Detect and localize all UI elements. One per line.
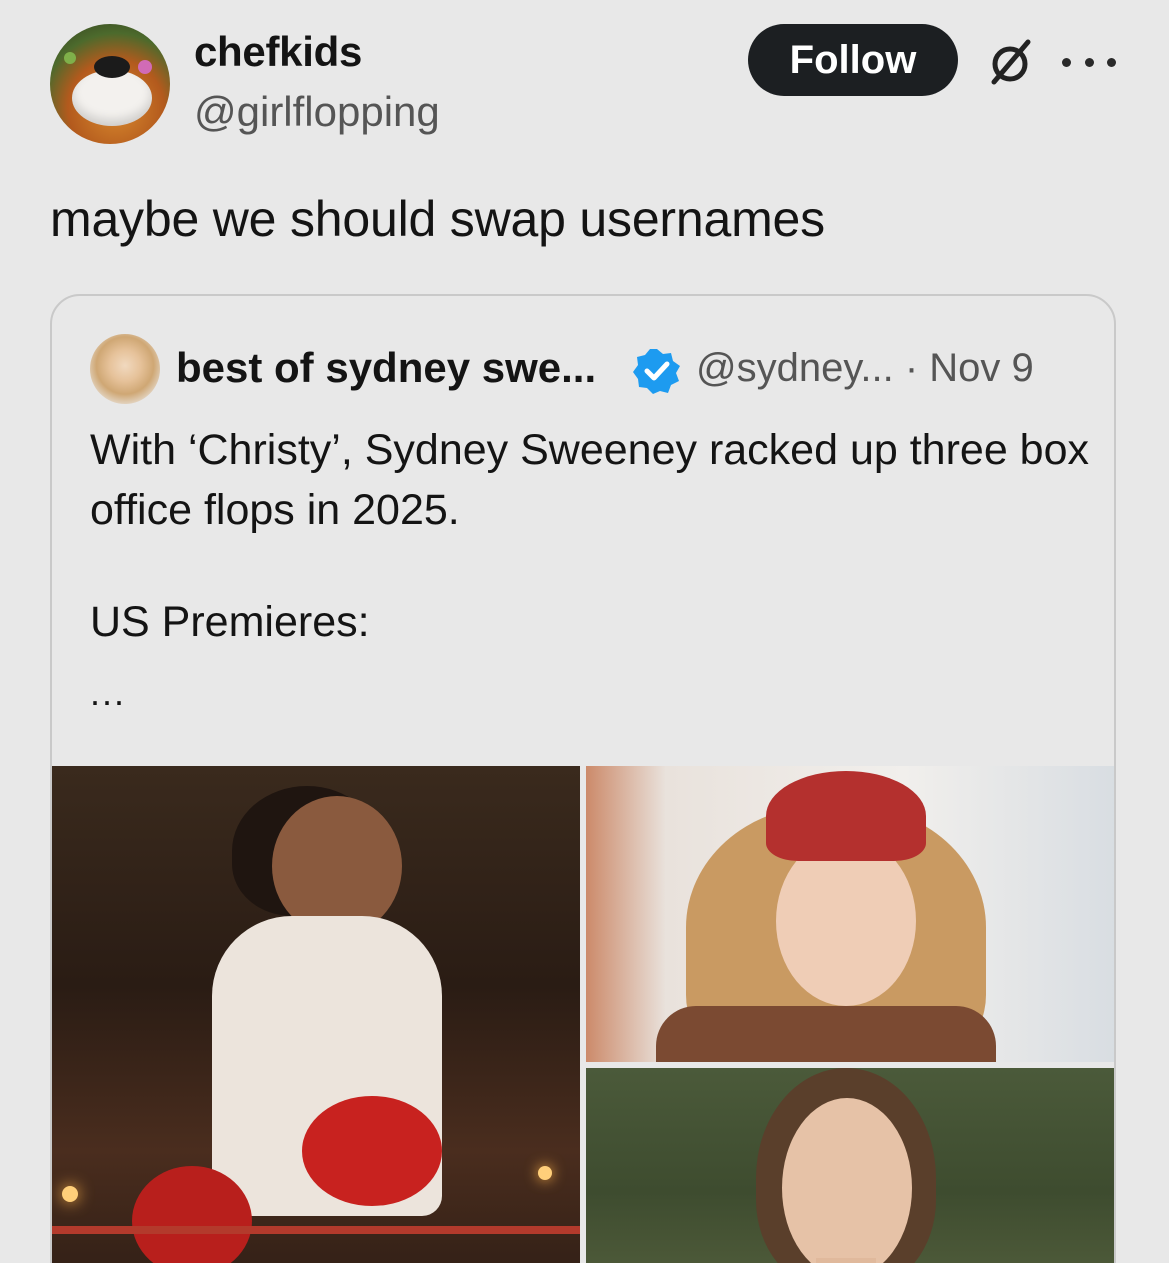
image-figure-face <box>782 1098 912 1263</box>
quoted-post-truncation: ... <box>90 672 127 713</box>
avatar-plate <box>72 70 152 126</box>
image-figure-neck <box>816 1258 876 1263</box>
author-display-name[interactable]: chefkids <box>194 28 362 76</box>
image-figure-jacket <box>656 1006 996 1062</box>
more-horizontal-icon[interactable] <box>1062 44 1116 80</box>
ring-light <box>538 1166 552 1180</box>
image-figure-head <box>272 796 402 936</box>
media-image-bandana-portrait[interactable] <box>586 766 1114 1062</box>
media-image-period-portrait[interactable] <box>586 1068 1114 1263</box>
grok-slash-icon[interactable] <box>984 36 1036 88</box>
image-figure-bandana <box>766 771 926 861</box>
quoted-author-handle-date[interactable]: @sydney... · Nov 9 <box>696 346 1034 391</box>
quoted-post-premieres-label: US Premieres: <box>90 598 370 646</box>
verified-badge-icon <box>633 349 680 394</box>
ring-light <box>62 1186 78 1202</box>
quoted-post-text: With ‘Christy’, Sydney Sweeney racked up… <box>90 426 1090 534</box>
quoted-author-display-name[interactable]: best of sydney swe... <box>176 344 596 392</box>
dot <box>1107 57 1116 67</box>
dot <box>1084 57 1094 67</box>
boxing-glove <box>302 1096 442 1206</box>
post-text: maybe we should swap usernames <box>50 191 825 247</box>
avatar-caviar <box>94 56 130 78</box>
follow-button[interactable]: Follow <box>748 24 958 96</box>
dot <box>1062 57 1071 67</box>
author-handle[interactable]: @girlflopping <box>194 88 440 136</box>
media-image-boxer[interactable] <box>52 766 580 1263</box>
ring-rope <box>52 1226 580 1234</box>
author-avatar[interactable] <box>50 24 170 144</box>
post-page: chefkids @girlflopping Follow maybe we s… <box>0 0 1169 1263</box>
quoted-post-card[interactable]: best of sydney swe... @sydney... · Nov 9… <box>50 294 1116 1263</box>
avatar-flower <box>138 60 152 74</box>
image-figure-face <box>776 836 916 1006</box>
avatar-garnish <box>64 52 76 64</box>
quoted-post-media-grid <box>52 766 1114 1263</box>
quoted-author-avatar[interactable] <box>90 334 160 404</box>
